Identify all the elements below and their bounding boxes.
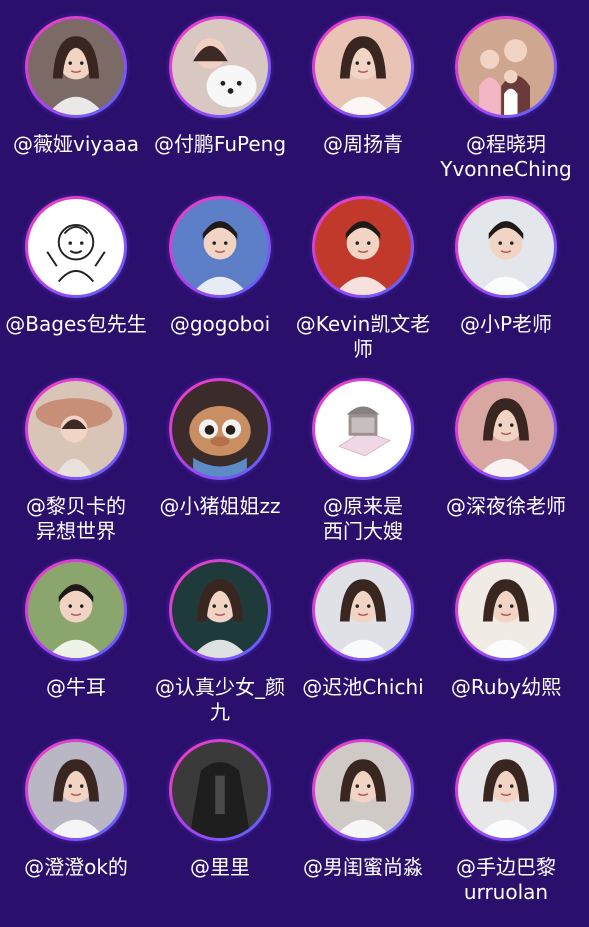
- avatar[interactable]: [312, 559, 414, 661]
- influencer-card[interactable]: @认真少女_颜九: [148, 559, 293, 725]
- object-logo-icon: [315, 381, 411, 477]
- avatar[interactable]: [25, 196, 127, 298]
- avatar[interactable]: [25, 559, 127, 661]
- influencer-name: @认真少女_颜九: [155, 675, 285, 724]
- family-photo-icon: [458, 19, 554, 115]
- avatar[interactable]: [169, 378, 271, 480]
- influencer-card[interactable]: @薇娅viyaaa: [4, 16, 149, 157]
- woman-portrait-icon: [28, 742, 124, 838]
- woman-portrait-icon: [458, 742, 554, 838]
- influencer-card[interactable]: @Ruby幼熙: [434, 559, 579, 700]
- avatar[interactable]: [312, 16, 414, 118]
- avatar[interactable]: [169, 196, 271, 298]
- avatar[interactable]: [312, 378, 414, 480]
- avatar[interactable]: [169, 739, 271, 841]
- influencer-name: @深夜徐老师: [446, 494, 566, 518]
- avatar[interactable]: [169, 16, 271, 118]
- influencer-name: @小猪姐姐zz: [159, 494, 281, 518]
- woman-portrait-icon: [315, 742, 411, 838]
- woman-portrait-icon: [28, 19, 124, 115]
- influencer-card[interactable]: @付鹏FuPeng: [148, 16, 293, 157]
- woman-portrait-icon: [458, 381, 554, 477]
- influencer-card[interactable]: @程晓玥 YvonneChing: [434, 16, 579, 182]
- influencer-card[interactable]: @gogoboi: [148, 196, 293, 337]
- influencer-name: @澄澄ok的: [24, 855, 128, 879]
- influencer-name: @原来是 西门大嫂: [323, 494, 403, 543]
- influencer-name: @牛耳: [46, 675, 106, 699]
- avatar[interactable]: [25, 16, 127, 118]
- influencer-card[interactable]: @小猪姐姐zz: [148, 378, 293, 519]
- influencer-name: @手边巴黎 urruolan: [456, 855, 556, 904]
- influencer-name: @小P老师: [459, 312, 553, 336]
- woman-portrait-icon: [315, 562, 411, 658]
- man-portrait-icon: [315, 199, 411, 295]
- cartoon-character-icon: [172, 381, 268, 477]
- avatar[interactable]: [455, 739, 557, 841]
- influencer-name: @男闺蜜尚淼: [303, 855, 423, 879]
- influencer-name: @gogoboi: [169, 312, 271, 336]
- influencer-card[interactable]: @里里: [148, 739, 293, 880]
- cartoon-boy-icon: [28, 199, 124, 295]
- influencer-card[interactable]: @澄澄ok的: [4, 739, 149, 880]
- influencer-card[interactable]: @Kevin凯文老师: [291, 196, 436, 362]
- influencer-card[interactable]: @手边巴黎 urruolan: [434, 739, 579, 905]
- influencer-card[interactable]: @牛耳: [4, 559, 149, 700]
- person-back-icon: [172, 742, 268, 838]
- influencer-card[interactable]: @小P老师: [434, 196, 579, 337]
- man-portrait-icon: [172, 199, 268, 295]
- man-with-dog-icon: [172, 19, 268, 115]
- influencer-card[interactable]: @迟池Chichi: [291, 559, 436, 700]
- avatar[interactable]: [169, 559, 271, 661]
- woman-portrait-icon: [172, 562, 268, 658]
- avatar[interactable]: [312, 739, 414, 841]
- influencer-name: @里里: [190, 855, 250, 879]
- man-portrait-icon: [458, 199, 554, 295]
- avatar[interactable]: [455, 16, 557, 118]
- influencer-card[interactable]: @男闺蜜尚淼: [291, 739, 436, 880]
- influencer-name: @Ruby幼熙: [450, 675, 562, 699]
- influencer-card[interactable]: @Bages包先生: [4, 196, 149, 337]
- influencer-name: @Kevin凯文老师: [295, 312, 431, 361]
- influencer-name: @黎贝卡的 异想世界: [26, 494, 126, 543]
- avatar[interactable]: [25, 378, 127, 480]
- man-portrait-icon: [28, 562, 124, 658]
- avatar[interactable]: [455, 378, 557, 480]
- influencer-card[interactable]: @深夜徐老师: [434, 378, 579, 519]
- woman-portrait-icon: [458, 562, 554, 658]
- influencer-name: @Bages包先生: [5, 312, 147, 336]
- influencer-name: @迟池Chichi: [302, 675, 424, 699]
- avatar[interactable]: [25, 739, 127, 841]
- influencer-name: @程晓玥 YvonneChing: [440, 132, 572, 181]
- influencer-grid: @薇娅viyaaa @付鹏FuPeng @周扬青 @程晓玥 YvonneChin…: [0, 0, 589, 927]
- avatar[interactable]: [455, 196, 557, 298]
- woman-portrait-icon: [315, 19, 411, 115]
- influencer-name: @周扬青: [323, 132, 403, 156]
- avatar[interactable]: [312, 196, 414, 298]
- influencer-card[interactable]: @原来是 西门大嫂: [291, 378, 436, 544]
- influencer-card[interactable]: @周扬青: [291, 16, 436, 157]
- influencer-name: @付鹏FuPeng: [153, 132, 287, 156]
- avatar[interactable]: [455, 559, 557, 661]
- influencer-name: @薇娅viyaaa: [13, 132, 139, 156]
- influencer-card[interactable]: @黎贝卡的 异想世界: [4, 378, 149, 544]
- woman-with-hat-icon: [28, 381, 124, 477]
